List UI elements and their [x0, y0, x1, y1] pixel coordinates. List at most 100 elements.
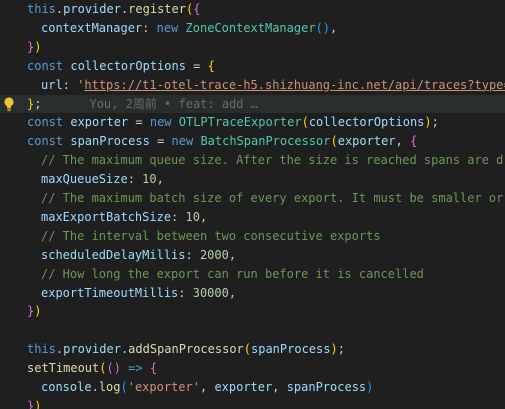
code-token: = [185, 58, 208, 73]
code-text: maxQueueSize: 10, [27, 170, 164, 188]
code-token: ) [330, 342, 338, 357]
code-token: scheduledDelayMillis [41, 247, 186, 262]
code-line[interactable]: this.provider.addSpanProcessor(spanProce… [0, 340, 505, 358]
code-token: { [409, 134, 418, 149]
code-line[interactable]: scheduledDelayMillis: 2000, [0, 246, 505, 264]
code-text: url: 'https://t1-otel-trace-h5.shizhuang… [27, 76, 505, 94]
code-text: const exporter = new OTLPTraceExporter(c… [27, 113, 439, 131]
git-blame-annotation[interactable]: You, 2周前 • feat: add … [41, 97, 258, 111]
code-text: setTimeout(() => { [27, 359, 157, 377]
code-token: ( [120, 380, 128, 394]
code-line[interactable]: // The maximum queue size. After the siz… [0, 151, 505, 169]
code-token: provider [63, 2, 121, 16]
code-token: ( [301, 115, 309, 130]
code-token: setTimeout [27, 361, 100, 376]
code-token: OTLPTraceExporter [178, 115, 302, 130]
code-token: // The maximum batch size of every expor… [41, 191, 505, 205]
code-token: , [228, 247, 237, 262]
code-text: exportTimeoutMillis: 30000, [27, 284, 236, 302]
code-token: console [41, 380, 92, 394]
code-token: collectorOptions [70, 58, 186, 73]
code-token: , [330, 20, 338, 35]
code-line[interactable]: maxQueueSize: 10, [0, 170, 505, 188]
code-text: }) [27, 397, 41, 409]
code-text: }) [27, 302, 41, 320]
code-line[interactable]: this.provider.register({ [0, 0, 505, 18]
code-line[interactable]: maxExportBatchSize: 10, [0, 208, 505, 226]
code-token: exporter [70, 115, 129, 130]
code-token: = [149, 134, 172, 149]
code-text: }) [27, 38, 41, 56]
code-token: : [178, 285, 193, 300]
code-line[interactable]: contextManager: new ZoneContextManager()… [0, 19, 505, 37]
code-token: exporter [337, 134, 396, 149]
code-token: , [156, 172, 164, 187]
code-token: url [41, 77, 63, 92]
code-token: => [120, 361, 150, 376]
code-token: this [27, 2, 56, 16]
code-token: BatchSpanProcessor [200, 134, 331, 149]
code-token: ZoneContextManager [185, 20, 316, 35]
code-token: ; [337, 342, 345, 357]
code-token: ( [330, 134, 338, 149]
code-token: new [149, 115, 179, 130]
code-token: const [27, 115, 71, 130]
code-text: this.provider.register({ [27, 0, 200, 18]
code-editor[interactable]: this.provider.register({contextManager: … [0, 0, 505, 409]
code-token: , [395, 134, 410, 149]
code-token: exportTimeoutMillis [41, 285, 179, 300]
code-token: log [98, 380, 121, 394]
code-token: ) [34, 304, 42, 319]
code-token: , [272, 380, 287, 394]
code-token: , [199, 209, 208, 224]
code-line[interactable]: }) [0, 38, 505, 56]
code-token: this [27, 342, 56, 357]
code-token: https://t1-otel-trace-h5.shizhuang-inc.n… [84, 77, 505, 92]
code-line[interactable]: // How long the export can run before it… [0, 265, 505, 283]
code-text: // The interval between two consecutive … [27, 227, 381, 245]
code-line[interactable]: }; You, 2周前 • feat: add … [0, 94, 505, 113]
code-line[interactable]: const spanProcess = new BatchSpanProcess… [0, 132, 505, 150]
code-token: ) [424, 115, 432, 130]
code-token: exporter [214, 380, 273, 394]
code-token: 10 [185, 209, 200, 224]
code-token: ; [431, 115, 439, 130]
lightbulb-icon[interactable] [2, 96, 16, 112]
code-token: spanProcess [70, 134, 150, 149]
code-token: // The maximum queue size. After the siz… [41, 153, 505, 168]
code-token: 2000 [199, 247, 229, 262]
code-token: , [199, 380, 215, 394]
code-token: { [149, 361, 158, 376]
code-token: { [207, 58, 215, 73]
code-token: , [228, 285, 237, 300]
code-line[interactable]: const collectorOptions = { [0, 57, 505, 75]
code-token: spanProcess [286, 380, 367, 394]
code-token: : [127, 172, 143, 187]
code-token: register [128, 2, 186, 16]
code-token: : [62, 77, 78, 92]
code-line[interactable]: url: 'https://t1-otel-trace-h5.shizhuang… [0, 76, 505, 94]
code-line[interactable]: }) [0, 302, 505, 320]
code-line[interactable]: // The maximum batch size of every expor… [0, 189, 505, 207]
code-line[interactable]: // The interval between two consecutive … [0, 227, 505, 245]
code-token: 30000 [192, 285, 229, 300]
code-line[interactable]: exportTimeoutMillis: 30000, [0, 284, 505, 302]
code-token: provider [63, 342, 121, 357]
code-token: maxExportBatchSize [41, 209, 172, 224]
code-token: addSpanProcessor [128, 342, 244, 357]
code-line[interactable]: setTimeout(() => { [0, 359, 505, 377]
code-line[interactable]: }) [0, 397, 505, 409]
code-token: // How long the export can run before it… [41, 266, 424, 281]
code-token: const [27, 58, 71, 73]
code-text: scheduledDelayMillis: 2000, [27, 246, 236, 264]
code-line[interactable]: console.log('exporter', exporter, spanPr… [0, 378, 505, 396]
code-token: spanProcess [251, 342, 331, 357]
code-text: console.log('exporter', exporter, spanPr… [27, 378, 373, 396]
code-text: const spanProcess = new BatchSpanProcess… [27, 132, 417, 150]
code-token: ) [366, 380, 374, 394]
code-line[interactable]: const exporter = new OTLPTraceExporter(c… [0, 113, 505, 131]
code-line[interactable] [0, 321, 505, 339]
code-text: // How long the export can run before it… [27, 265, 424, 283]
code-token: // The interval between two consecutive … [41, 228, 381, 243]
code-text: const collectorOptions = { [27, 57, 215, 75]
